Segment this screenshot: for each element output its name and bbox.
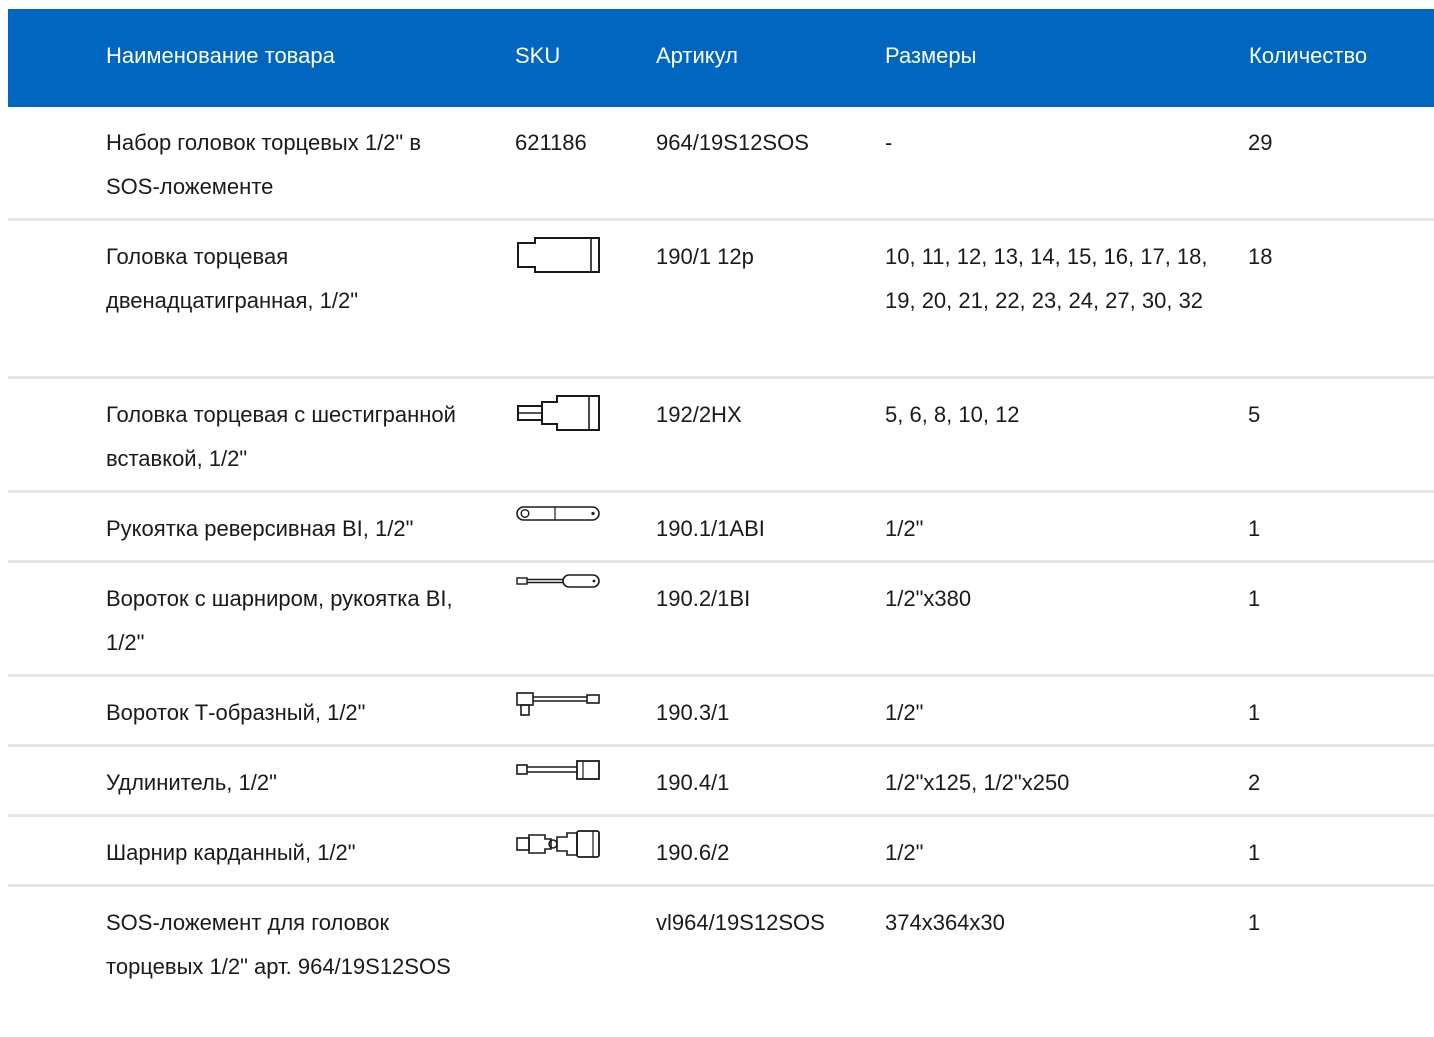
column-header-quantity: Количество xyxy=(1249,43,1368,68)
socket-icon xyxy=(515,235,601,275)
product-article: 964/19S12SOS xyxy=(656,130,809,155)
product-sku: 621186 xyxy=(515,130,587,155)
column-header-article: Артикул xyxy=(656,43,739,68)
product-name: Головка торцевая с шестигранной вставкой… xyxy=(106,402,456,471)
table-row: Головка торцевая двенадцатигранная, 1/2"… xyxy=(8,221,1434,379)
breaker-bar-icon xyxy=(515,573,601,589)
product-quantity: 5 xyxy=(1248,402,1261,427)
column-header-name: Наименование товара xyxy=(106,43,335,68)
product-name: Рукоятка реверсивная BI, 1/2" xyxy=(106,516,414,541)
product-name: Вороток Т-образный, 1/2" xyxy=(106,700,366,725)
product-sizes: 1/2"x380 xyxy=(885,586,972,611)
product-article: 190.6/2 xyxy=(656,840,730,865)
table-row: Рукоятка реверсивная BI, 1/2" 190.1/1ABI… xyxy=(8,493,1434,563)
product-quantity: 1 xyxy=(1248,586,1261,611)
product-name: Шарнир карданный, 1/2" xyxy=(106,840,356,865)
product-article: 190.3/1 xyxy=(656,700,730,725)
product-article: 190.4/1 xyxy=(656,770,730,795)
table-row: Набор головок торцевых 1/2" в SOS-ложеме… xyxy=(8,107,1434,221)
extension-bar-icon xyxy=(515,759,601,781)
table-row: Вороток с шарниром, рукоятка BI, 1/2" 19… xyxy=(8,563,1434,677)
product-article: 192/2HX xyxy=(656,402,742,427)
product-quantity: 1 xyxy=(1248,910,1261,935)
table-row: Вороток Т-образный, 1/2" 190.3/1 1/2" 1 xyxy=(8,677,1434,747)
product-name: Набор головок торцевых 1/2" в SOS-ложеме… xyxy=(106,130,422,199)
product-name: Вороток с шарниром, рукоятка BI, 1/2" xyxy=(106,586,453,655)
product-name: Удлинитель, 1/2" xyxy=(106,770,277,795)
table-row: Шарнир карданный, 1/2" 190.6/2 1/2" 1 xyxy=(8,817,1434,887)
product-article: 190.2/1BI xyxy=(656,586,751,611)
table-row: SOS-ложемент для головок торцевых 1/2" а… xyxy=(8,887,1434,1037)
table-row: Удлинитель, 1/2" 190.4/1 1/2"x125, 1/2"x… xyxy=(8,747,1434,817)
ratchet-icon xyxy=(515,505,601,523)
product-quantity: 1 xyxy=(1248,700,1261,725)
table-header: Наименование товара SKU Артикул Размеры … xyxy=(8,9,1434,107)
hex-bit-socket-icon xyxy=(515,393,601,433)
product-sizes: 1/2"x125, 1/2"x250 xyxy=(885,770,1070,795)
product-sizes: - xyxy=(885,130,893,155)
product-sizes: 1/2" xyxy=(885,700,924,725)
product-quantity: 1 xyxy=(1248,840,1261,865)
product-name: SOS-ложемент для головок торцевых 1/2" а… xyxy=(106,910,451,979)
product-sizes: 1/2" xyxy=(885,516,924,541)
product-quantity: 29 xyxy=(1248,130,1273,155)
product-quantity: 2 xyxy=(1248,770,1261,795)
product-name: Головка торцевая двенадцатигранная, 1/2" xyxy=(106,244,359,313)
product-article: 190/1 12p xyxy=(656,244,754,269)
product-quantity: 18 xyxy=(1248,244,1273,269)
product-article: vl964/19S12SOS xyxy=(656,910,825,935)
universal-joint-icon xyxy=(515,829,601,861)
product-sizes: 374x364x30 xyxy=(885,910,1005,935)
column-header-sku: SKU xyxy=(515,43,561,68)
t-handle-icon xyxy=(515,689,601,719)
product-sizes: 1/2" xyxy=(885,840,924,865)
product-article: 190.1/1ABI xyxy=(656,516,765,541)
product-sizes: 5, 6, 8, 10, 12 xyxy=(885,402,1020,427)
product-sizes: 10, 11, 12, 13, 14, 15, 16, 17, 18, 19, … xyxy=(885,244,1208,313)
product-quantity: 1 xyxy=(1248,516,1261,541)
table-row: Головка торцевая с шестигранной вставкой… xyxy=(8,379,1434,493)
product-table: Наименование товара SKU Артикул Размеры … xyxy=(8,9,1434,1037)
column-header-sizes: Размеры xyxy=(885,43,977,68)
